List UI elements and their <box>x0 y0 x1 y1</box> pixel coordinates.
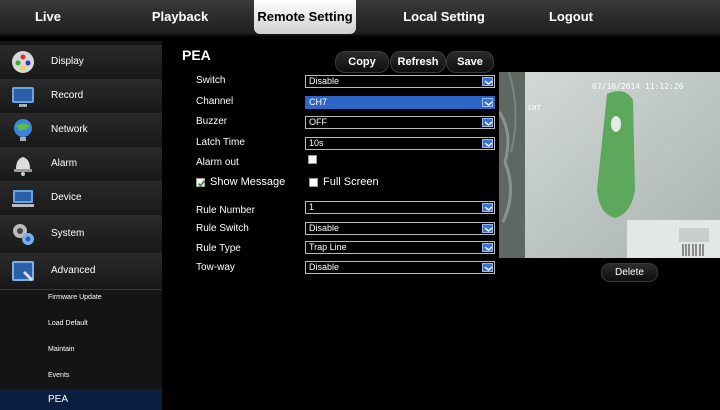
rule-number-value: 1 <box>309 202 315 212</box>
alarm-icon <box>10 151 36 177</box>
sidebar-item-label: Device <box>51 192 82 203</box>
buzzer-value: OFF <box>309 117 327 127</box>
display-icon <box>10 49 36 75</box>
sidebar-subitem-maintain[interactable]: Maintain <box>0 337 162 363</box>
sidebar-item-system[interactable]: System <box>0 215 162 254</box>
switch-label: Switch <box>196 75 226 86</box>
refresh-button[interactable]: Refresh <box>390 51 446 73</box>
chevron-down-icon <box>482 203 493 212</box>
nav-tab-remote-setting[interactable]: Remote Setting <box>254 0 356 34</box>
tow-way-value: Disable <box>309 262 340 272</box>
latch-time-select[interactable]: 10s <box>305 137 495 150</box>
switch-select[interactable]: Disable <box>305 75 495 88</box>
chevron-down-icon <box>482 77 493 86</box>
rule-switch-label: Rule Switch <box>196 223 249 234</box>
system-icon <box>10 221 36 247</box>
sidebar-item-display[interactable]: Display <box>0 45 162 80</box>
sidebar-subitem-pea[interactable]: PEA <box>0 389 162 410</box>
switch-value: Disable <box>309 76 340 86</box>
sidebar-subitem-label: PEA <box>48 394 69 405</box>
camera-frame-image <box>499 72 720 258</box>
sidebar-subitem-label: Firmware Update <box>48 294 102 301</box>
tow-way-label: Tow-way <box>196 262 235 273</box>
tow-way-select[interactable]: Disable <box>305 261 495 274</box>
save-button[interactable]: Save <box>446 51 494 73</box>
nav-tab-logout[interactable]: Logout <box>536 0 606 34</box>
record-icon <box>10 83 36 109</box>
page-title: PEA <box>182 47 211 63</box>
rule-switch-value: Disable <box>309 223 340 233</box>
channel-label: Channel <box>196 96 234 107</box>
sidebar-item-network[interactable]: Network <box>0 113 162 148</box>
sidebar-item-label: Network <box>51 124 88 135</box>
chevron-down-icon <box>482 139 493 148</box>
sidebar-item-record[interactable]: Record <box>0 79 162 114</box>
sidebar-subitem-label: Maintain <box>48 346 75 353</box>
sidebar-item-label: Display <box>51 56 84 67</box>
chevron-down-icon <box>482 98 493 107</box>
sidebar-item-label: Alarm <box>51 158 78 169</box>
sidebar-item-label: Record <box>51 90 84 101</box>
buzzer-label: Buzzer <box>196 116 228 127</box>
sidebar-item-device[interactable]: Device <box>0 181 162 216</box>
network-icon <box>10 117 36 143</box>
copy-button[interactable]: Copy <box>335 51 389 73</box>
checkmark-icon <box>197 180 206 188</box>
sidebar: Display Record Network Alarm Device Syst… <box>0 41 162 410</box>
full-screen-checkbox[interactable] <box>309 178 318 187</box>
sidebar-subitem-load-default[interactable]: Load Default <box>0 311 162 337</box>
rule-type-label: Rule Type <box>196 243 241 254</box>
chevron-down-icon <box>482 243 493 252</box>
buzzer-select[interactable]: OFF <box>305 116 495 129</box>
camera-channel-label: CH7 <box>528 104 541 112</box>
channel-value: CH7 <box>309 97 328 107</box>
nav-tab-local-setting[interactable]: Local Setting <box>390 0 498 34</box>
device-icon <box>10 185 36 211</box>
show-message-label: Show Message <box>210 176 286 188</box>
camera-timestamp: 07/10/2014 11:12:26 <box>592 82 684 91</box>
rule-number-select[interactable]: 1 <box>305 201 495 214</box>
nav-tab-playback[interactable]: Playback <box>140 0 220 34</box>
full-screen-label: Full Screen <box>323 176 379 188</box>
show-message-checkbox[interactable] <box>196 178 206 188</box>
sidebar-subitem-events[interactable]: Events <box>0 363 162 389</box>
latch-time-label: Latch Time <box>196 137 245 148</box>
chevron-down-icon <box>482 118 493 127</box>
sidebar-item-label: System <box>51 228 85 239</box>
rule-type-value: Trap Line <box>309 242 347 252</box>
rule-switch-select[interactable]: Disable <box>305 222 495 235</box>
delete-button[interactable]: Delete <box>601 263 658 282</box>
sidebar-item-label: Advanced <box>51 265 96 276</box>
nav-tab-live[interactable]: Live <box>18 0 78 34</box>
alarm-out-checkbox[interactable] <box>308 155 317 164</box>
chevron-down-icon <box>482 263 493 272</box>
top-navigation: Live Playback Remote Setting Local Setti… <box>0 0 720 36</box>
rule-number-label: Rule Number <box>196 205 255 216</box>
sidebar-subitem-label: Load Default <box>48 320 88 327</box>
chevron-down-icon <box>482 224 493 233</box>
sidebar-item-alarm[interactable]: Alarm <box>0 147 162 182</box>
alarm-out-label: Alarm out <box>196 157 239 168</box>
channel-select[interactable]: CH7 <box>305 96 495 109</box>
sidebar-subitem-firmware-update[interactable]: Firmware Update <box>0 285 162 311</box>
latch-time-value: 10s <box>309 138 324 148</box>
advanced-icon <box>10 258 36 284</box>
camera-preview[interactable] <box>499 72 720 258</box>
sidebar-subitem-label: Events <box>48 372 70 379</box>
rule-type-select[interactable]: Trap Line <box>305 241 495 254</box>
